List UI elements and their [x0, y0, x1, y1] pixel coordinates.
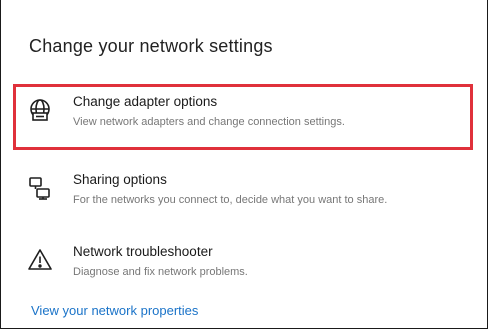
sharing-icon — [27, 175, 53, 201]
adapter-icon — [27, 97, 53, 123]
option-description: Diagnose and fix network problems. — [73, 266, 248, 278]
option-description: For the networks you connect to, decide … — [73, 194, 388, 206]
top-edge — [1, 0, 487, 6]
option-description: View network adapters and change connect… — [73, 116, 345, 128]
warning-icon — [27, 247, 53, 273]
change-adapter-options-item[interactable]: Change adapter options View network adap… — [15, 92, 487, 144]
view-network-properties-link[interactable]: View your network properties — [31, 303, 198, 318]
settings-panel: Change your network settings Change adap… — [0, 0, 488, 329]
page-title: Change your network settings — [29, 36, 273, 56]
network-troubleshooter-item[interactable]: Network troubleshooter Diagnose and fix … — [15, 242, 487, 294]
option-title: Change adapter options — [73, 94, 218, 109]
sharing-options-item[interactable]: Sharing options For the networks you con… — [15, 170, 487, 222]
option-title: Network troubleshooter — [73, 244, 213, 259]
option-title: Sharing options — [73, 172, 167, 187]
